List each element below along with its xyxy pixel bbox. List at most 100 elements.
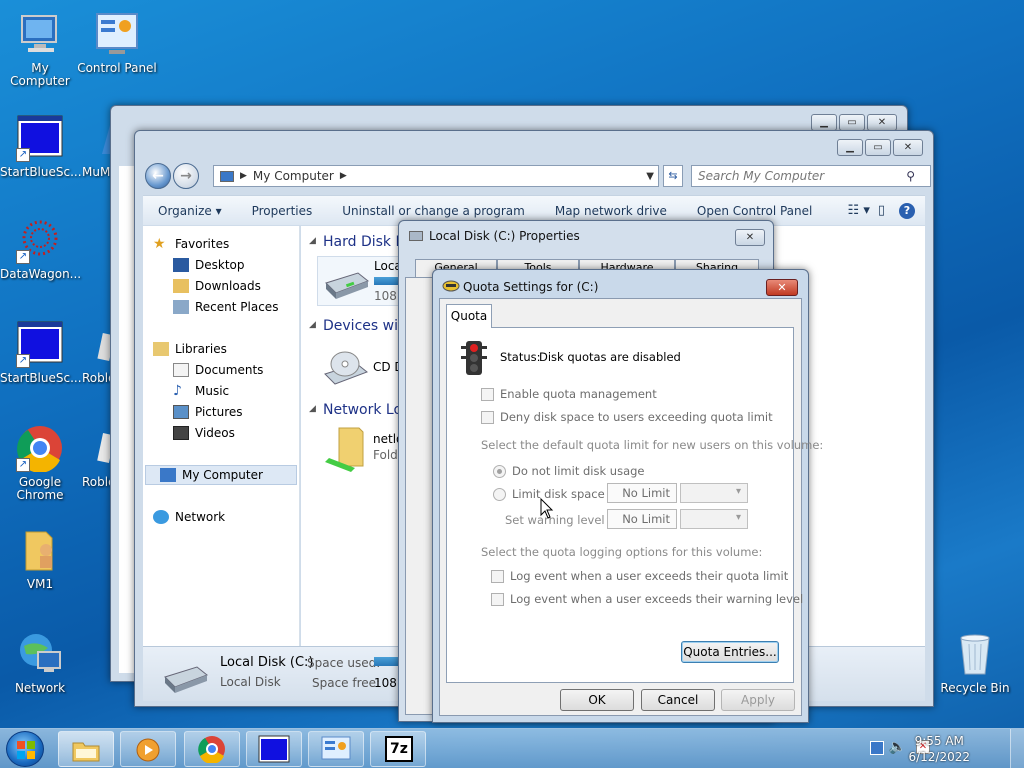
search-input[interactable]: Search My Computer (691, 165, 931, 187)
quota-settings-dialog[interactable]: Quota Settings for (C:) ✕ Quota Status: … (432, 269, 823, 723)
videos-icon (173, 426, 189, 440)
nav-libraries[interactable]: Libraries (153, 339, 227, 359)
close-button[interactable]: ✕ (735, 229, 765, 246)
system-clock[interactable]: 9:55 AM 6/12/2022 (908, 733, 970, 765)
dialog-body: Quota Status: Disk quotas are disabled E… (439, 298, 823, 716)
nav-downloads[interactable]: Downloads (173, 276, 261, 296)
organize-button[interactable]: Organize ▾ (143, 204, 237, 218)
checkbox-label: Enable quota management (500, 387, 657, 401)
cancel-button[interactable]: Cancel (641, 689, 715, 711)
taskbar-control-panel-button[interactable] (308, 731, 364, 767)
maximize-button[interactable]: ▭ (865, 139, 891, 156)
nav-label: Videos (195, 426, 235, 440)
desktop-icon-vm1[interactable]: VM1 (0, 526, 80, 591)
7zip-icon: 7z (385, 736, 413, 762)
network-folder-item[interactable]: netlo Folde (317, 426, 407, 480)
nav-videos[interactable]: Videos (173, 423, 235, 443)
quota-entries-button[interactable]: Quota Entries... (681, 641, 779, 663)
breadcrumb-arrow-icon: ▶ (339, 171, 347, 181)
computer-small-icon (220, 170, 234, 182)
desktop-icon-label: My Computer (10, 61, 70, 88)
close-button[interactable]: ✕ (766, 279, 798, 296)
log-quota-limit-checkbox[interactable]: Log event when a user exceeds their quot… (491, 569, 788, 583)
desktop-icon-roblox-1[interactable]: Roblo... (62, 320, 127, 385)
do-not-limit-radio[interactable]: Do not limit disk usage (493, 464, 645, 478)
collapse-arrow-icon[interactable]: ◢ (309, 236, 316, 246)
nav-music[interactable]: ♪ Music (173, 381, 229, 401)
preview-pane-icon[interactable]: ▯ (878, 203, 885, 218)
search-icon: ⚲ (906, 169, 915, 183)
map-network-drive-button[interactable]: Map network drive (540, 204, 682, 218)
maximize-button[interactable]: ▭ (839, 114, 865, 131)
nav-my-computer[interactable]: My Computer (145, 465, 297, 485)
window-controls: ▁ ▭ ✕ (811, 114, 897, 131)
limit-unit-dropdown[interactable] (680, 483, 748, 503)
deny-space-checkbox[interactable]: Deny disk space to users exceeding quota… (481, 410, 773, 424)
drive-item-cd[interactable]: CD D (317, 344, 407, 394)
apply-button[interactable]: Apply (721, 689, 795, 711)
nav-label: My Computer (182, 468, 263, 482)
limit-value-input[interactable]: No Limit (607, 483, 677, 503)
breadcrumb[interactable]: My Computer (253, 169, 334, 183)
close-button[interactable]: ✕ (867, 114, 897, 131)
quota-tab-panel: Status: Disk quotas are disabled Enable … (446, 327, 823, 683)
taskbar-chrome-button[interactable] (184, 731, 240, 767)
computer-small-icon (160, 468, 176, 482)
desktop-icon-control-panel[interactable]: Control Panel (77, 10, 157, 75)
folder-icon (72, 742, 100, 762)
nav-network[interactable]: Network (153, 507, 225, 527)
back-button[interactable]: ← (145, 163, 171, 189)
drive-item-local-disk[interactable]: Loca 108 (317, 256, 407, 306)
nav-label: Desktop (195, 258, 245, 272)
taskbar-7zip-button[interactable]: 7z (370, 731, 426, 767)
hard-drive-icon (325, 272, 369, 299)
desktop-icon-label: Network (14, 681, 66, 695)
view-options-icon[interactable]: ☷ ▾ (848, 203, 870, 218)
minimize-button[interactable]: ▁ (837, 139, 863, 156)
address-dropdown-icon[interactable]: ▼ (646, 171, 654, 182)
desktop-icon (173, 258, 189, 272)
warning-unit-dropdown[interactable] (680, 509, 748, 529)
start-button[interactable] (6, 731, 44, 767)
desktop-icon-recycle-bin[interactable]: Recycle Bin (935, 630, 1015, 695)
show-desktop-button[interactable] (1010, 729, 1024, 768)
address-bar[interactable]: ▶ My Computer ▶ ▼ (213, 165, 659, 187)
tab-quota[interactable]: Quota (446, 304, 492, 328)
uninstall-program-button[interactable]: Uninstall or change a program (327, 204, 540, 218)
group-header-hard-disk: Hard Disk D (323, 234, 407, 250)
limit-disk-space-radio[interactable]: Limit disk space to (493, 487, 620, 501)
desktop-icon-network[interactable]: Network (0, 630, 80, 695)
tray-volume-icon[interactable]: 🔈 (889, 739, 906, 755)
minimize-button[interactable]: ▁ (811, 114, 837, 131)
nav-desktop[interactable]: Desktop (173, 255, 245, 275)
tray-network-icon[interactable] (870, 741, 884, 755)
taskbar-explorer-button[interactable] (58, 731, 114, 767)
help-icon[interactable]: ? (899, 202, 915, 219)
desktop-icon-datawagon[interactable]: ↗ DataWagon... (0, 216, 81, 281)
enable-quota-checkbox[interactable]: Enable quota management (481, 387, 657, 401)
collapse-arrow-icon[interactable]: ◢ (309, 320, 316, 330)
nav-documents[interactable]: Documents (173, 360, 263, 380)
taskbar-bluescreen-button[interactable] (246, 731, 302, 767)
close-button[interactable]: ✕ (893, 139, 923, 156)
desktop-icon-my-computer[interactable]: My Computer (0, 10, 80, 88)
ok-button[interactable]: OK (560, 689, 634, 711)
nav-favorites[interactable]: ★ Favorites (153, 234, 229, 254)
open-control-panel-button[interactable]: Open Control Panel (682, 204, 827, 218)
taskbar-media-player-button[interactable] (120, 731, 176, 767)
computer-icon (16, 10, 64, 58)
network-small-icon (153, 510, 169, 524)
chrome-icon: ↗ (16, 424, 64, 473)
details-name: Local Disk (C:) (220, 655, 314, 670)
properties-button[interactable]: Properties (237, 204, 328, 218)
collapse-arrow-icon[interactable]: ◢ (309, 404, 316, 414)
log-warning-level-checkbox[interactable]: Log event when a user exceeds their warn… (491, 592, 803, 606)
forward-button[interactable]: → (173, 163, 199, 189)
warning-value-input[interactable]: No Limit (607, 509, 677, 529)
nav-pictures[interactable]: Pictures (173, 402, 243, 422)
desktop-icon-roblox-2[interactable]: Roblo... (62, 424, 127, 489)
nav-recent-places[interactable]: Recent Places (173, 297, 278, 317)
shortcut-arrow-icon: ↗ (16, 458, 30, 472)
refresh-button[interactable]: ⇆ (663, 165, 683, 187)
default-limit-hint: Select the default quota limit for new u… (481, 438, 824, 452)
